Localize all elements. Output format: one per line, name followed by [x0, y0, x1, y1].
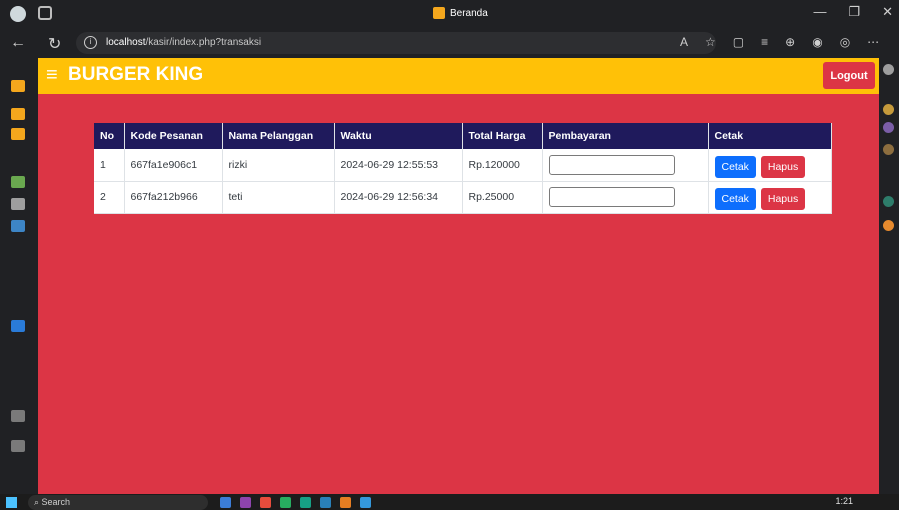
cetak-button[interactable]: Cetak — [714, 155, 756, 178]
tab-icon[interactable] — [11, 440, 25, 452]
page-viewport: ≡ BURGER KING Logout No Kode Pesanan Nam… — [38, 58, 879, 494]
tab-icon[interactable] — [11, 176, 25, 188]
hapus-button[interactable]: Hapus — [760, 188, 806, 210]
pembayaran-input[interactable] — [548, 154, 675, 175]
column-header-waktu: Waktu — [334, 123, 463, 149]
sidebar-app-icon[interactable] — [883, 144, 894, 155]
column-header-nama: Nama Pelanggan — [222, 123, 335, 149]
tab-icon[interactable] — [11, 128, 25, 140]
close-button[interactable]: ✕ — [882, 4, 893, 20]
url-text[interactable]: localhost/kasir/index.php?transaksi — [106, 37, 261, 48]
cell-kode: 667fa212b966 — [124, 181, 223, 214]
column-header-no: No — [94, 123, 125, 149]
hamburger-menu-icon[interactable]: ≡ — [46, 65, 58, 85]
tab-title: Beranda — [433, 7, 488, 19]
edge-sidebar — [879, 58, 899, 494]
table-row: 1 667fa1e906c1 rizki 2024-06-29 12:55:53… — [94, 149, 832, 182]
taskbar-app-icon[interactable] — [220, 497, 231, 508]
split-screen-icon[interactable]: ▢ — [733, 35, 744, 49]
cell-waktu: 2024-06-29 12:55:53 — [334, 149, 463, 182]
column-header-total: Total Harga — [462, 123, 543, 149]
hapus-button[interactable]: Hapus — [760, 155, 806, 178]
taskbar-search[interactable]: ⌕ Search — [28, 495, 208, 510]
table-row: 2 667fa212b966 teti 2024-06-29 12:56:34 … — [94, 181, 832, 214]
url-field[interactable]: i localhost/kasir/index.php?transaksi — [76, 32, 716, 54]
taskbar-app-icon[interactable] — [340, 497, 351, 508]
site-info-icon[interactable]: i — [84, 36, 97, 49]
cell-pembayaran — [542, 149, 709, 182]
extension-icon[interactable]: ◉ — [812, 35, 822, 49]
column-header-kode: Kode Pesanan — [124, 123, 223, 149]
logout-button[interactable]: Logout — [823, 62, 875, 89]
pembayaran-input[interactable] — [548, 187, 675, 207]
copilot-icon[interactable]: ◎ — [840, 35, 850, 49]
sidebar-app-icon[interactable] — [883, 196, 894, 207]
brand-title: BURGER KING — [68, 64, 204, 85]
cell-actions: Cetak Hapus — [708, 181, 832, 214]
browser-titlebar: Beranda — ❐ ✕ — [0, 0, 899, 28]
cell-kode: 667fa1e906c1 — [124, 149, 223, 182]
taskbar-clock[interactable]: 1:21 — [835, 496, 853, 506]
table-header-row: No Kode Pesanan Nama Pelanggan Waktu Tot… — [94, 123, 832, 149]
favorite-star-icon[interactable]: ☆ — [705, 35, 716, 49]
menu-icon[interactable]: ⋯ — [867, 35, 879, 49]
windows-taskbar: ⌕ Search 1:21 — [0, 494, 899, 510]
collections-icon[interactable]: ⊕ — [785, 35, 795, 49]
taskbar-apps — [220, 497, 371, 508]
cell-no: 1 — [94, 149, 125, 182]
taskbar-app-icon[interactable] — [260, 497, 271, 508]
sidebar-app-icon[interactable] — [883, 122, 894, 133]
cell-actions: Cetak Hapus — [708, 149, 832, 182]
cell-total: Rp.120000 — [462, 149, 543, 182]
transactions-table: No Kode Pesanan Nama Pelanggan Waktu Tot… — [94, 123, 832, 214]
read-aloud-icon[interactable]: A — [680, 35, 688, 49]
address-bar: ← ↻ i localhost/kasir/index.php?transaks… — [0, 28, 899, 58]
cell-total: Rp.25000 — [462, 181, 543, 214]
tab-icon[interactable] — [11, 320, 25, 332]
cell-pembayaran — [542, 181, 709, 214]
app-navbar: ≡ BURGER KING Logout — [38, 58, 879, 94]
favorites-list-icon[interactable]: ≡ — [761, 35, 768, 49]
window-controls: — ❐ ✕ — [813, 4, 893, 20]
taskbar-app-icon[interactable] — [280, 497, 291, 508]
taskbar-app-icon[interactable] — [320, 497, 331, 508]
reload-icon[interactable]: ↻ — [48, 34, 61, 54]
cell-nama: rizki — [222, 149, 335, 182]
tab-icon[interactable] — [11, 198, 25, 210]
cetak-button[interactable]: Cetak — [714, 188, 756, 210]
tab-icon[interactable] — [11, 410, 25, 422]
favicon-icon — [433, 7, 445, 19]
back-icon[interactable]: ← — [10, 34, 26, 52]
sidebar-app-icon[interactable] — [883, 220, 894, 231]
cell-nama: teti — [222, 181, 335, 214]
taskbar-app-icon[interactable] — [240, 497, 251, 508]
tab-title-text: Beranda — [450, 7, 488, 19]
tab-icon[interactable] — [11, 80, 25, 92]
sidebar-app-icon[interactable] — [883, 64, 894, 75]
cell-no: 2 — [94, 181, 125, 214]
vertical-tabs-sidebar — [0, 58, 38, 494]
minimize-button[interactable]: — — [813, 4, 826, 20]
taskbar-app-icon[interactable] — [300, 497, 311, 508]
tab-icon[interactable] — [11, 108, 25, 120]
tab-icon[interactable] — [11, 220, 25, 232]
tab-actions-icon[interactable] — [38, 6, 52, 20]
browser-toolbar: A ☆ ▢ ≡ ⊕ ◉ ◎ ⋯ — [680, 35, 879, 49]
profile-icon[interactable] — [10, 6, 26, 22]
sidebar-app-icon[interactable] — [883, 104, 894, 115]
column-header-cetak: Cetak — [708, 123, 832, 149]
windows-start-icon[interactable] — [6, 497, 17, 508]
column-header-pembayaran: Pembayaran — [542, 123, 709, 149]
taskbar-app-icon[interactable] — [360, 497, 371, 508]
restore-button[interactable]: ❐ — [848, 4, 860, 20]
cell-waktu: 2024-06-29 12:56:34 — [334, 181, 463, 214]
